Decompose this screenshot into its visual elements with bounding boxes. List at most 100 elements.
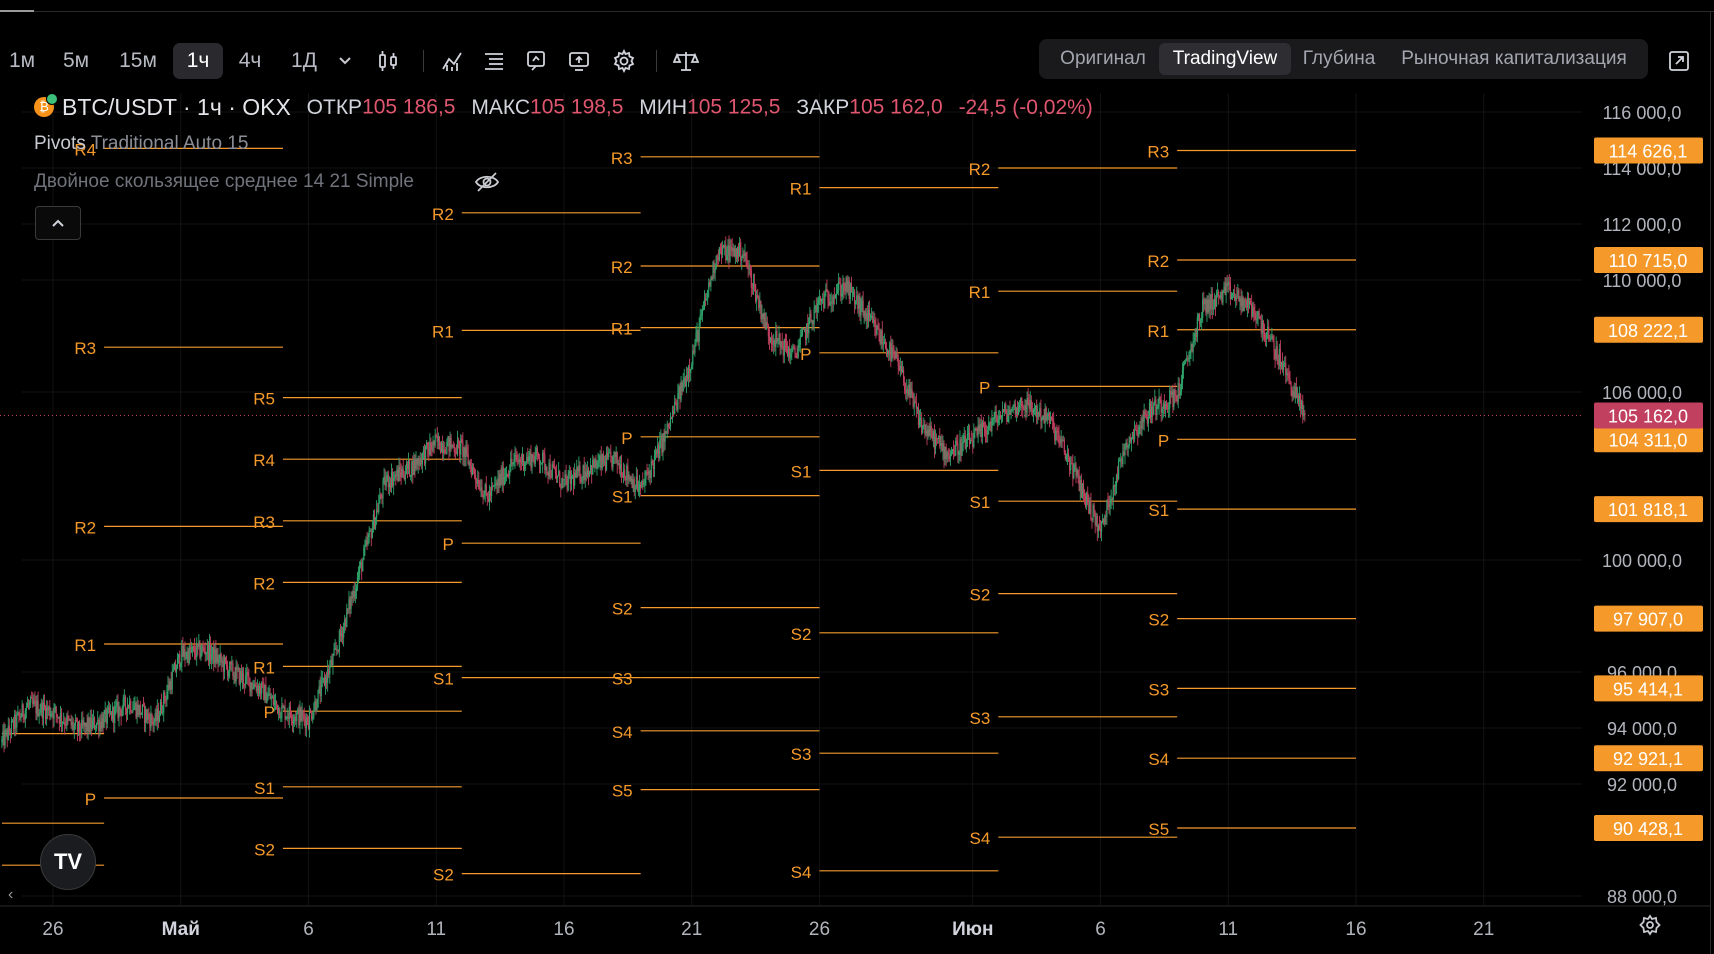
candle-body (912, 393, 914, 407)
candle-body (1105, 515, 1107, 517)
candle-body (1293, 390, 1295, 398)
candle-body (446, 441, 448, 454)
axis-settings-icon[interactable] (1638, 913, 1662, 942)
candle-body (157, 708, 159, 722)
candle-body (229, 661, 231, 672)
candle-body (909, 384, 911, 398)
pivots-indicator[interactable]: Pivots Traditional Auto 15 (34, 133, 248, 155)
pivot-label: S1 (433, 670, 454, 689)
candle-body (372, 514, 375, 529)
candle-body (415, 458, 417, 469)
candle-body (781, 341, 783, 349)
candle-body (1026, 397, 1028, 413)
candle-body (851, 292, 854, 294)
candle-body (924, 424, 926, 434)
candle-body (1251, 303, 1253, 317)
candle-body (822, 298, 824, 300)
candle-body (701, 308, 703, 315)
candle-body (1172, 391, 1174, 407)
candle-body (751, 287, 754, 289)
candle-body (860, 302, 862, 316)
moving-average-indicator[interactable]: Двойное скользящее среднее 14 21 Simple (34, 171, 414, 193)
candle-body (578, 465, 580, 472)
candle-body (634, 487, 636, 492)
candle-body (1165, 404, 1168, 407)
candle-body (72, 722, 74, 730)
tradingview-logo-icon[interactable]: TV (40, 834, 96, 890)
candle-body (1189, 350, 1191, 359)
candle-body (728, 244, 730, 262)
candle-body (332, 655, 334, 666)
candle-body (850, 283, 853, 293)
candle-body (560, 486, 562, 488)
price-chart[interactable]: PS1S2R4R3R2R1PR5R4R3R2R1PS1S2R2R1PS1S2R3… (0, 0, 1714, 954)
time-tick-label: 16 (1345, 919, 1366, 940)
candle-body (736, 246, 739, 259)
price-tick-label: 94 000,0 (1607, 719, 1677, 739)
candle-body (188, 646, 190, 663)
candle-body (1213, 298, 1216, 309)
candle-body (135, 702, 137, 718)
pivot-price-label: 110 715,0 (1609, 251, 1688, 271)
candle-body (193, 646, 196, 654)
candle-body (471, 467, 474, 475)
candle-body (1173, 389, 1175, 407)
candle-body (325, 677, 328, 683)
candle-body (631, 478, 633, 489)
candle-body (1258, 311, 1260, 317)
candle-body (1265, 332, 1268, 339)
candle-body (709, 282, 711, 287)
candle-body (765, 321, 767, 330)
candle-body (273, 701, 276, 705)
candle-body (510, 458, 512, 472)
eye-hidden-icon[interactable] (474, 170, 500, 199)
candle-body (759, 301, 761, 309)
candle-body (522, 454, 525, 470)
candle-body (158, 715, 161, 722)
candle-body (449, 438, 451, 452)
candle-body (71, 722, 73, 726)
candle-body (485, 484, 487, 493)
candle-body (745, 252, 747, 260)
candle-body (805, 329, 807, 340)
candle-body (454, 452, 456, 454)
candle-body (15, 714, 17, 728)
candle-body (379, 494, 381, 504)
candle-body (7, 725, 9, 740)
candle-body (849, 283, 851, 299)
candle-body (57, 717, 59, 719)
candle-body (982, 422, 985, 427)
candle-body (1082, 483, 1085, 493)
candle-body (141, 704, 144, 714)
candle-body (880, 330, 882, 344)
symbol-title[interactable]: BTC/USDT · 1ч · OKX (62, 94, 291, 120)
price-tick-label: 88 000,0 (1607, 887, 1677, 907)
candle-body (496, 482, 498, 486)
collapse-legend-button[interactable] (35, 206, 81, 240)
candle-body (917, 407, 920, 426)
candle-body (110, 711, 113, 720)
candle-body (561, 478, 563, 488)
candle-body (350, 596, 352, 609)
candle-body (980, 423, 982, 437)
candle-body (192, 646, 195, 648)
scroll-left-icon[interactable]: ‹ (8, 886, 13, 904)
candle-body (763, 312, 765, 319)
candle-body (126, 705, 129, 714)
candle-body (650, 460, 652, 478)
candle-body (1148, 402, 1151, 418)
candle-body (733, 247, 735, 257)
candle-body (521, 454, 524, 463)
candle-body (289, 706, 291, 716)
candle-body (828, 300, 830, 306)
candle-body (259, 686, 262, 694)
candle-body (570, 476, 573, 484)
candle-body (282, 705, 284, 708)
candle-body (710, 277, 712, 287)
candle-body (635, 476, 637, 488)
candle-body (251, 682, 253, 689)
candle-body (605, 452, 608, 470)
candle-body (1112, 485, 1114, 501)
candle-body (339, 630, 342, 636)
candle-body (490, 485, 493, 496)
